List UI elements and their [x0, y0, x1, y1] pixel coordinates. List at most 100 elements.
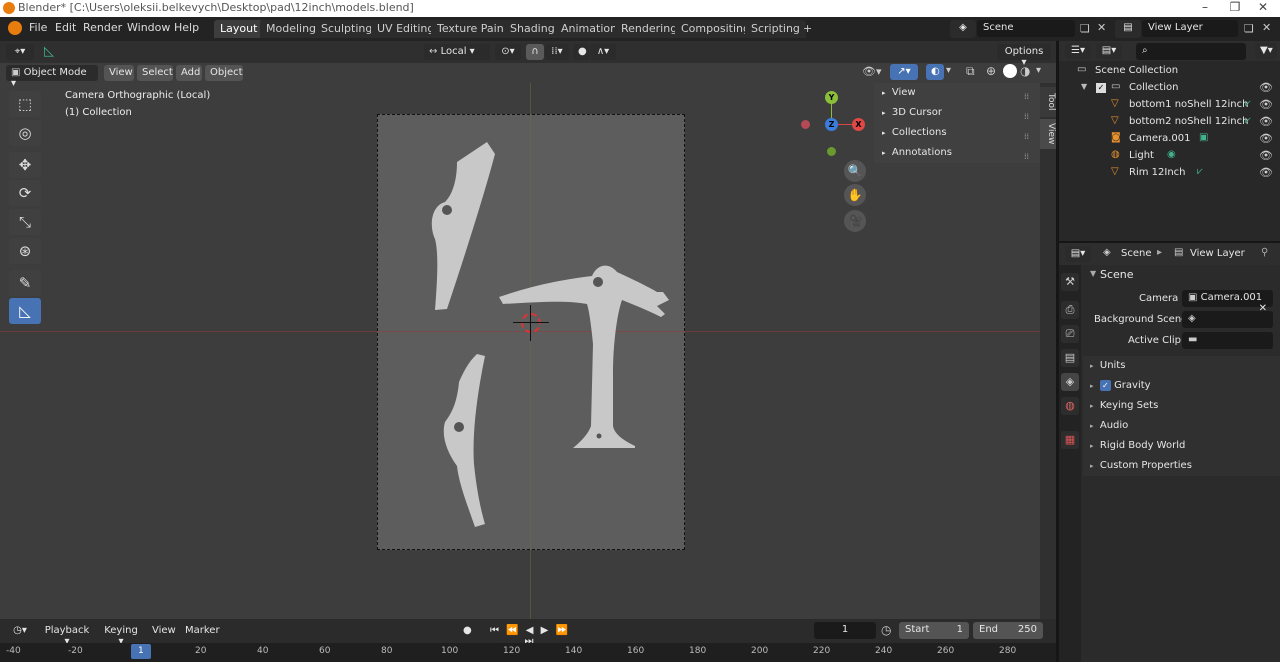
tab-modeling[interactable]: Modeling	[260, 20, 323, 38]
tab-rendering[interactable]: Rendering	[615, 20, 684, 38]
filter-icon[interactable]: ▼▾	[1255, 43, 1277, 59]
view-layer-tab-icon[interactable]: ▤	[1061, 349, 1079, 367]
eye-icon[interactable]: 👁	[1259, 132, 1273, 145]
outliner-item-rim[interactable]: ▽ Rim 12Inch ⩗ 👁	[1059, 166, 1280, 183]
copy-scene-icon[interactable]: ❏	[1080, 22, 1090, 35]
measure-tool-button[interactable]: ◺	[9, 298, 41, 324]
menu-marker[interactable]: Marker	[185, 625, 220, 636]
gizmo-x-axis[interactable]: X	[852, 118, 865, 131]
proportional-edit-icon[interactable]: ●	[573, 44, 589, 60]
eye-icon[interactable]: 👁	[1259, 149, 1273, 162]
scene-section-expand-icon[interactable]: ▼	[1090, 269, 1096, 278]
editor-type-icon[interactable]: ⌖▾	[6, 44, 34, 60]
solid-shading-icon[interactable]	[1003, 64, 1017, 78]
scene-selector-icon[interactable]: ◈	[950, 20, 976, 38]
eye-icon[interactable]: 👁	[1259, 166, 1273, 179]
tab-compositing[interactable]: Compositing	[675, 20, 756, 38]
end-frame-field[interactable]: End 250	[973, 622, 1043, 639]
menu-select[interactable]: Select	[137, 65, 173, 81]
panel-keying-sets[interactable]: ▸ Keying Sets	[1090, 400, 1158, 411]
snap-icon[interactable]: ∩	[526, 44, 544, 60]
menu-keying[interactable]: Keying ▾	[97, 623, 145, 647]
eye-icon[interactable]: 👁	[1259, 115, 1273, 128]
gizmo-z-axis[interactable]: Z	[825, 118, 838, 131]
panel-annotations[interactable]: ▸ Annotations	[882, 147, 952, 158]
menu-playback[interactable]: Playback ▾	[39, 623, 95, 647]
menu-view-timeline[interactable]: View	[152, 625, 176, 636]
overlay-toggle-icon[interactable]: ◐	[926, 64, 944, 80]
outliner-scene-collection[interactable]: ▭ Scene Collection	[1059, 64, 1280, 81]
overlay-dropdown-icon[interactable]: ▾	[946, 65, 951, 76]
tab-texture-paint[interactable]: Texture Paint	[431, 20, 514, 38]
view-layer-selector-icon[interactable]: ▤	[1115, 20, 1141, 38]
tab-uv-editing[interactable]: UV Editing	[371, 20, 441, 38]
options-button[interactable]: Options ▾	[997, 44, 1051, 68]
snap-target-icon[interactable]: ⁞⁞▾	[545, 44, 569, 60]
close-view-layer-icon[interactable]: ✕	[1262, 21, 1271, 34]
material-shading-icon[interactable]: ◑	[1020, 64, 1030, 78]
scene-tab-icon[interactable]: ◈	[1061, 373, 1079, 391]
outliner-item-camera[interactable]: ◙ Camera.001 ▣ 👁	[1059, 132, 1280, 149]
panel-rigid-body-world[interactable]: ▸ Rigid Body World	[1090, 440, 1185, 451]
world-tab-icon[interactable]: ◍	[1061, 397, 1079, 415]
panel-gravity[interactable]: ▸ ✓ Gravity	[1090, 380, 1151, 391]
menu-file[interactable]: File	[29, 21, 47, 34]
current-frame-field[interactable]: 1	[814, 622, 876, 639]
tab-layout[interactable]: Layout	[214, 20, 264, 38]
collection-checkbox[interactable]: ✓	[1096, 83, 1106, 93]
shading-dropdown-icon[interactable]: ▾	[1036, 65, 1041, 76]
playback-controls[interactable]: ⏮ ⏪ ◀ ▶ ⏩ ⏭	[480, 623, 580, 647]
camera-view-icon[interactable]: 🎥	[844, 210, 866, 232]
render-tab-icon[interactable]: ⎙	[1061, 301, 1079, 319]
eye-icon[interactable]: 👁	[1259, 81, 1273, 94]
tab-shading[interactable]: Shading	[504, 20, 561, 38]
active-clip-field[interactable]: ▬	[1182, 332, 1273, 349]
outliner-search-input[interactable]: ⌕	[1136, 43, 1246, 60]
tab-tool[interactable]: Tool	[1040, 87, 1056, 117]
3d-cursor-icon[interactable]	[521, 313, 541, 333]
gizmo-toggle-icon[interactable]: ↗▾	[890, 64, 918, 80]
area-divider[interactable]	[1056, 41, 1059, 662]
tab-view[interactable]: View	[1040, 119, 1056, 149]
properties-editor-type-icon[interactable]: ▤▾	[1065, 246, 1091, 262]
tab-animation[interactable]: Animation	[555, 20, 624, 38]
outliner-item-light[interactable]: ◍ Light ◉ 👁	[1059, 149, 1280, 166]
scene-name-field[interactable]: Scene	[977, 20, 1075, 37]
blender-menu-icon[interactable]	[8, 21, 22, 35]
mode-dropdown[interactable]: ▣ Object Mode ▾	[6, 65, 98, 89]
view-layer-field[interactable]: View Layer	[1142, 20, 1238, 37]
texture-tab-icon[interactable]: ▦	[1061, 431, 1079, 449]
timeline-ruler[interactable]	[0, 643, 1056, 662]
panel-custom-properties[interactable]: ▸ Custom Properties	[1090, 460, 1192, 471]
drag-handle-icon[interactable]: ⁞⁞ ⁞⁞ ⁞⁞ ⁞⁞	[1024, 87, 1029, 167]
menu-add[interactable]: Add	[176, 65, 202, 81]
zoom-icon[interactable]: 🔍	[844, 160, 866, 182]
close-scene-icon[interactable]: ✕	[1097, 21, 1106, 34]
xray-icon[interactable]: ⧉	[966, 64, 975, 79]
panel-collections[interactable]: ▸ Collections	[882, 127, 947, 138]
outliner-item-bottom1[interactable]: ▽ bottom1 noShell 12inch ⩗ 👁	[1059, 98, 1280, 115]
preview-range-icon[interactable]: ◷	[881, 623, 891, 637]
copy-view-layer-icon[interactable]: ❏	[1244, 22, 1254, 35]
falloff-icon[interactable]: ∧▾	[590, 44, 616, 60]
timeline-editor-type-icon[interactable]: ◷▾	[6, 623, 34, 639]
panel-audio[interactable]: ▸ Audio	[1090, 420, 1128, 431]
panel-units[interactable]: ▸ Units	[1090, 360, 1125, 371]
start-frame-field[interactable]: Start 1	[899, 622, 969, 639]
panel-view[interactable]: ▸ View	[882, 87, 916, 98]
gizmo-neg-x-axis[interactable]	[801, 120, 810, 129]
eye-icon[interactable]: 👁	[1259, 98, 1273, 111]
expand-collection-icon[interactable]: ▼	[1081, 82, 1087, 91]
outliner-editor-type-icon[interactable]: ☰▾	[1065, 43, 1091, 59]
menu-render[interactable]: Render	[83, 21, 122, 34]
pivot-point-icon[interactable]: ⊙▾	[495, 44, 521, 60]
display-mode-icon[interactable]: ▤▾	[1096, 43, 1122, 59]
pin-icon[interactable]: ⚲	[1261, 247, 1268, 258]
close-icon[interactable]: ✕	[1248, 0, 1278, 17]
tab-sculpting[interactable]: Sculpting	[315, 20, 379, 38]
add-workspace-button[interactable]: +	[797, 20, 818, 38]
minimize-icon[interactable]: –	[1190, 0, 1220, 17]
tool-tab-icon[interactable]: ⚒	[1061, 273, 1079, 291]
menu-window[interactable]: Window	[127, 21, 170, 34]
wireframe-shading-icon[interactable]: ⊕	[986, 64, 996, 78]
